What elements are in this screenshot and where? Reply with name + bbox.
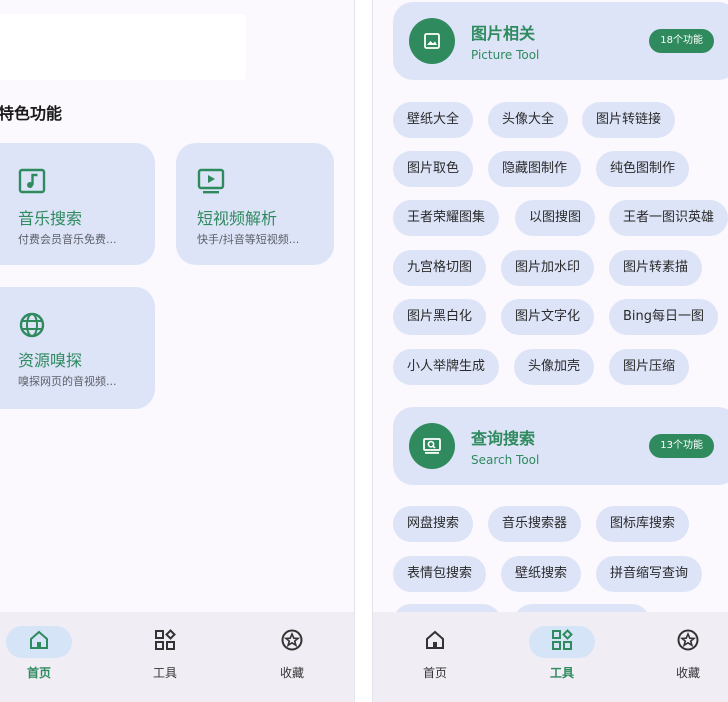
tool-chip[interactable]: 小人举牌生成 xyxy=(393,349,500,385)
feature-count-badge: 18个功能 xyxy=(649,29,714,53)
nav-label: 首页 xyxy=(26,666,51,680)
video-play-icon xyxy=(197,167,225,195)
tool-chip[interactable]: 图片文字化 xyxy=(501,299,595,335)
tool-chip[interactable]: 图片转链接 xyxy=(582,102,676,138)
tool-chip[interactable]: 图片加水印 xyxy=(501,250,595,286)
screen-divider xyxy=(354,0,373,702)
nav-item-home[interactable]: 首页 xyxy=(0,626,84,681)
tool-chip[interactable]: 图片转素描 xyxy=(609,250,703,286)
nav-item-favorites[interactable]: 收藏 xyxy=(247,626,337,681)
feature-card-desc: 快手/抖音等短视频... xyxy=(197,233,300,246)
nav-item-tools[interactable]: 工具 xyxy=(120,626,210,681)
bottom-nav: 首页 工具 收藏 xyxy=(373,612,728,702)
nav-pill xyxy=(259,626,325,658)
category-card-picture[interactable]: 图片相关 Picture Tool 18个功能 xyxy=(393,2,728,80)
category-title: 查询搜索 xyxy=(471,429,536,448)
tool-chip[interactable]: 壁纸搜索 xyxy=(501,556,582,592)
image-icon xyxy=(409,18,455,64)
star-badge-icon xyxy=(281,629,303,655)
nav-label: 工具 xyxy=(152,666,177,680)
feature-card-title: 短视频解析 xyxy=(197,209,278,228)
apps-icon xyxy=(154,629,176,655)
feature-card-title: 音乐搜索 xyxy=(18,209,83,228)
banner-placeholder[interactable] xyxy=(0,14,246,80)
tool-chip[interactable]: 网盘搜索 xyxy=(393,506,474,542)
music-note-icon xyxy=(18,167,46,195)
home-icon xyxy=(28,629,50,655)
feature-card-music-search[interactable]: 音乐搜索 付费会员音乐免费... xyxy=(0,143,155,265)
tool-chip[interactable]: 拼音缩写查询 xyxy=(596,556,703,592)
bottom-nav: 首页 工具 收藏 xyxy=(0,612,354,702)
feature-count-badge: 13个功能 xyxy=(649,434,714,458)
category-subtitle: Search Tool xyxy=(471,453,540,467)
feature-card-title: 资源嗅探 xyxy=(18,351,83,370)
tool-chip[interactable]: 图片压缩 xyxy=(609,349,690,385)
apps-icon xyxy=(551,629,573,655)
tool-chip[interactable]: 以图搜图 xyxy=(515,200,596,236)
nav-item-tools[interactable]: 工具 xyxy=(517,626,607,681)
tools-screen: 图片相关 Picture Tool 18个功能 壁纸大全 头像大全 图片转链接 … xyxy=(373,0,728,702)
feature-card-desc: 嗅探网页的音视频... xyxy=(18,375,117,388)
tool-chip[interactable]: 图标库搜索 xyxy=(596,506,690,542)
tool-chip[interactable]: 头像加壳 xyxy=(514,349,595,385)
home-icon xyxy=(424,629,446,655)
tool-chip[interactable]: 王者一图识英雄 xyxy=(609,200,728,236)
nav-active-indicator xyxy=(529,626,595,658)
nav-active-indicator xyxy=(6,626,72,658)
globe-icon xyxy=(18,311,46,339)
tool-chip[interactable]: 头像大全 xyxy=(488,102,569,138)
tool-chip[interactable]: 王者荣耀图集 xyxy=(393,200,500,236)
nav-pill xyxy=(402,626,468,658)
tool-chip[interactable]: Bing每日一图 xyxy=(609,299,719,335)
tool-chip[interactable]: 纯色图制作 xyxy=(596,151,690,187)
tool-chip[interactable]: 音乐搜索器 xyxy=(488,506,582,542)
tool-chip[interactable]: 表情包搜索 xyxy=(393,556,487,592)
nav-item-favorites[interactable]: 收藏 xyxy=(643,626,728,681)
tool-chip[interactable]: 图片取色 xyxy=(393,151,474,187)
nav-label: 收藏 xyxy=(675,666,700,680)
category-title: 图片相关 xyxy=(471,24,536,43)
nav-label: 工具 xyxy=(549,666,574,680)
search-window-icon xyxy=(409,423,455,469)
tool-chip[interactable]: 壁纸大全 xyxy=(393,102,474,138)
tool-chip[interactable]: 隐藏图制作 xyxy=(488,151,582,187)
nav-label: 收藏 xyxy=(279,666,304,680)
nav-label: 首页 xyxy=(422,666,447,680)
tool-chip[interactable]: 九宫格切图 xyxy=(393,250,487,286)
home-screen: 特色功能 音乐搜索 付费会员音乐免费... 短视频解析 快手/抖音等短视频...… xyxy=(0,0,354,702)
nav-item-home[interactable]: 首页 xyxy=(390,626,480,681)
nav-pill xyxy=(132,626,198,658)
tool-chip[interactable]: 图片黑白化 xyxy=(393,299,487,335)
feature-card-desc: 付费会员音乐免费... xyxy=(18,233,117,246)
category-card-search[interactable]: 查询搜索 Search Tool 13个功能 xyxy=(393,407,728,485)
category-subtitle: Picture Tool xyxy=(471,48,540,62)
nav-pill xyxy=(655,626,721,658)
feature-card-resource-sniff[interactable]: 资源嗅探 嗅探网页的音视频... xyxy=(0,287,155,409)
section-title: 特色功能 xyxy=(0,104,63,123)
feature-card-video-parse[interactable]: 短视频解析 快手/抖音等短视频... xyxy=(176,143,334,265)
star-badge-icon xyxy=(677,629,699,655)
